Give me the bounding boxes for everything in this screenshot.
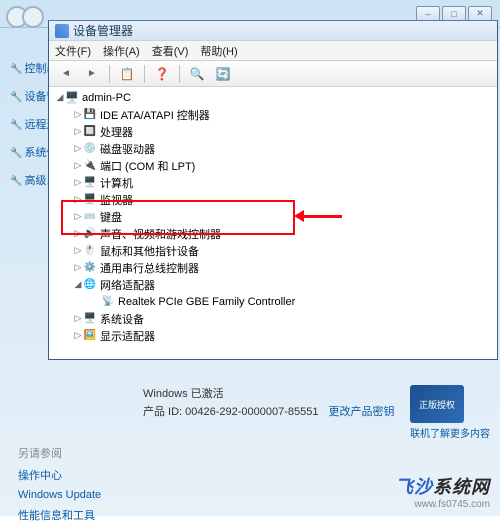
display-icon <box>83 329 97 343</box>
device-manager-title: 设备管理器 <box>73 22 133 39</box>
tree-root-label: admin-PC <box>82 92 131 104</box>
watermark: 飞沙系统网 www.fs0745.com <box>395 473 490 510</box>
device-manager-icon <box>55 24 69 38</box>
tree-node-monitor[interactable]: ▷监视器 <box>73 191 497 208</box>
tree-leaf-realtek-adapter[interactable]: Realtek PCIe GBE Family Controller <box>91 293 497 310</box>
menu-action[interactable]: 操作(A) <box>103 43 140 59</box>
menu-help[interactable]: 帮助(H) <box>200 43 237 59</box>
arrow-line <box>302 215 342 218</box>
toolbar-separator <box>109 65 110 83</box>
see-also-header: 另请参阅 <box>18 445 101 461</box>
sound-icon <box>83 227 97 241</box>
tree-node-computer-cat[interactable]: ▷计算机 <box>73 174 497 191</box>
usb-icon <box>83 261 97 275</box>
tree-root-computer[interactable]: ◢ admin-PC <box>55 89 497 106</box>
device-manager-window: 设备管理器 文件(F) 操作(A) 查看(V) 帮助(H) ◄ ► 📋 ❓ 🔍 … <box>48 20 498 360</box>
genuine-badge[interactable]: 正版授权 <box>410 385 464 423</box>
arrow-head-icon <box>294 210 304 222</box>
disk-icon <box>83 142 97 156</box>
toolbar-help-icon[interactable]: ❓ <box>151 63 173 85</box>
watermark-url: www.fs0745.com <box>395 499 490 510</box>
tree-node-disk[interactable]: ▷磁盘驱动器 <box>73 140 497 157</box>
adapter-icon <box>101 295 115 309</box>
toolbar-refresh-icon[interactable]: 🔄 <box>212 63 234 85</box>
mouse-icon <box>83 244 97 258</box>
menu-view[interactable]: 查看(V) <box>152 43 189 59</box>
sidebar-item-4[interactable]: 高级系 <box>10 172 50 188</box>
activation-status: Windows 已激活 <box>143 385 395 401</box>
system-icon <box>83 312 97 326</box>
annotation-arrow <box>302 215 342 218</box>
toolbar-properties-icon[interactable]: 📋 <box>116 63 138 85</box>
expander-icon[interactable]: ◢ <box>55 92 65 103</box>
tree-node-processor[interactable]: ▷处理器 <box>73 123 497 140</box>
computer-icon <box>65 91 79 105</box>
port-icon <box>83 159 97 173</box>
tree-node-display[interactable]: ▷显示适配器 <box>73 327 497 344</box>
tree-node-usb[interactable]: ▷通用串行总线控制器 <box>73 259 497 276</box>
device-manager-menubar: 文件(F) 操作(A) 查看(V) 帮助(H) <box>49 41 497 61</box>
menu-file[interactable]: 文件(F) <box>55 43 91 59</box>
toolbar-back-icon[interactable]: ◄ <box>55 63 77 85</box>
sidebar-item-0[interactable]: 控制器 <box>10 60 50 76</box>
see-also-section: 另请参阅 操作中心 Windows Update 性能信息和工具 <box>18 445 101 529</box>
tree-node-network[interactable]: ◢网络适配器 <box>73 276 497 293</box>
toolbar-forward-icon[interactable]: ► <box>81 63 103 85</box>
sidebar-item-3[interactable]: 系统保 <box>10 144 50 160</box>
sidebar-item-2[interactable]: 远程连 <box>10 116 50 132</box>
monitor-icon <box>83 193 97 207</box>
tree-node-mouse[interactable]: ▷鼠标和其他指针设备 <box>73 242 497 259</box>
genuine-badge-title: 正版授权 <box>419 398 455 411</box>
ide-icon <box>83 108 97 122</box>
tree-node-ports[interactable]: ▷端口 (COM 和 LPT) <box>73 157 497 174</box>
cpu-icon <box>83 125 97 139</box>
device-tree: ◢ admin-PC ▷IDE ATA/ATAPI 控制器 ▷处理器 ▷磁盘驱动… <box>49 87 497 359</box>
network-icon <box>83 278 97 292</box>
link-windows-update[interactable]: Windows Update <box>18 489 101 501</box>
control-panel-sidebar: 控制器 设备管理 远程连 系统保 高级系 <box>10 60 50 200</box>
sidebar-item-1[interactable]: 设备管理 <box>10 88 50 104</box>
tree-node-keyboard[interactable]: ▷键盘 <box>73 208 497 225</box>
watermark-brand: 飞沙系统网 <box>395 473 490 499</box>
tree-node-system[interactable]: ▷系统设备 <box>73 310 497 327</box>
learn-more-online-link[interactable]: 联机了解更多内容 <box>410 425 490 440</box>
nav-back-forward <box>6 6 44 28</box>
tree-node-sound[interactable]: ▷声音、视频和游戏控制器 <box>73 225 497 242</box>
tree-node-ide[interactable]: ▷IDE ATA/ATAPI 控制器 <box>73 106 497 123</box>
windows-activation-section: Windows 已激活 产品 ID: 00426-292-0000007-855… <box>143 385 490 435</box>
toolbar-separator <box>179 65 180 83</box>
link-performance-info[interactable]: 性能信息和工具 <box>18 507 101 523</box>
toolbar-separator <box>144 65 145 83</box>
device-manager-titlebar: 设备管理器 <box>49 21 497 41</box>
product-id: 产品 ID: 00426-292-0000007-85551 <box>143 403 319 419</box>
toolbar-scan-icon[interactable]: 🔍 <box>186 63 208 85</box>
forward-button-icon[interactable] <box>22 6 44 28</box>
link-action-center[interactable]: 操作中心 <box>18 467 101 483</box>
computer-cat-icon <box>83 176 97 190</box>
keyboard-icon <box>83 210 97 224</box>
change-product-key-link[interactable]: 更改产品密钥 <box>329 403 395 419</box>
device-manager-toolbar: ◄ ► 📋 ❓ 🔍 🔄 <box>49 61 497 87</box>
